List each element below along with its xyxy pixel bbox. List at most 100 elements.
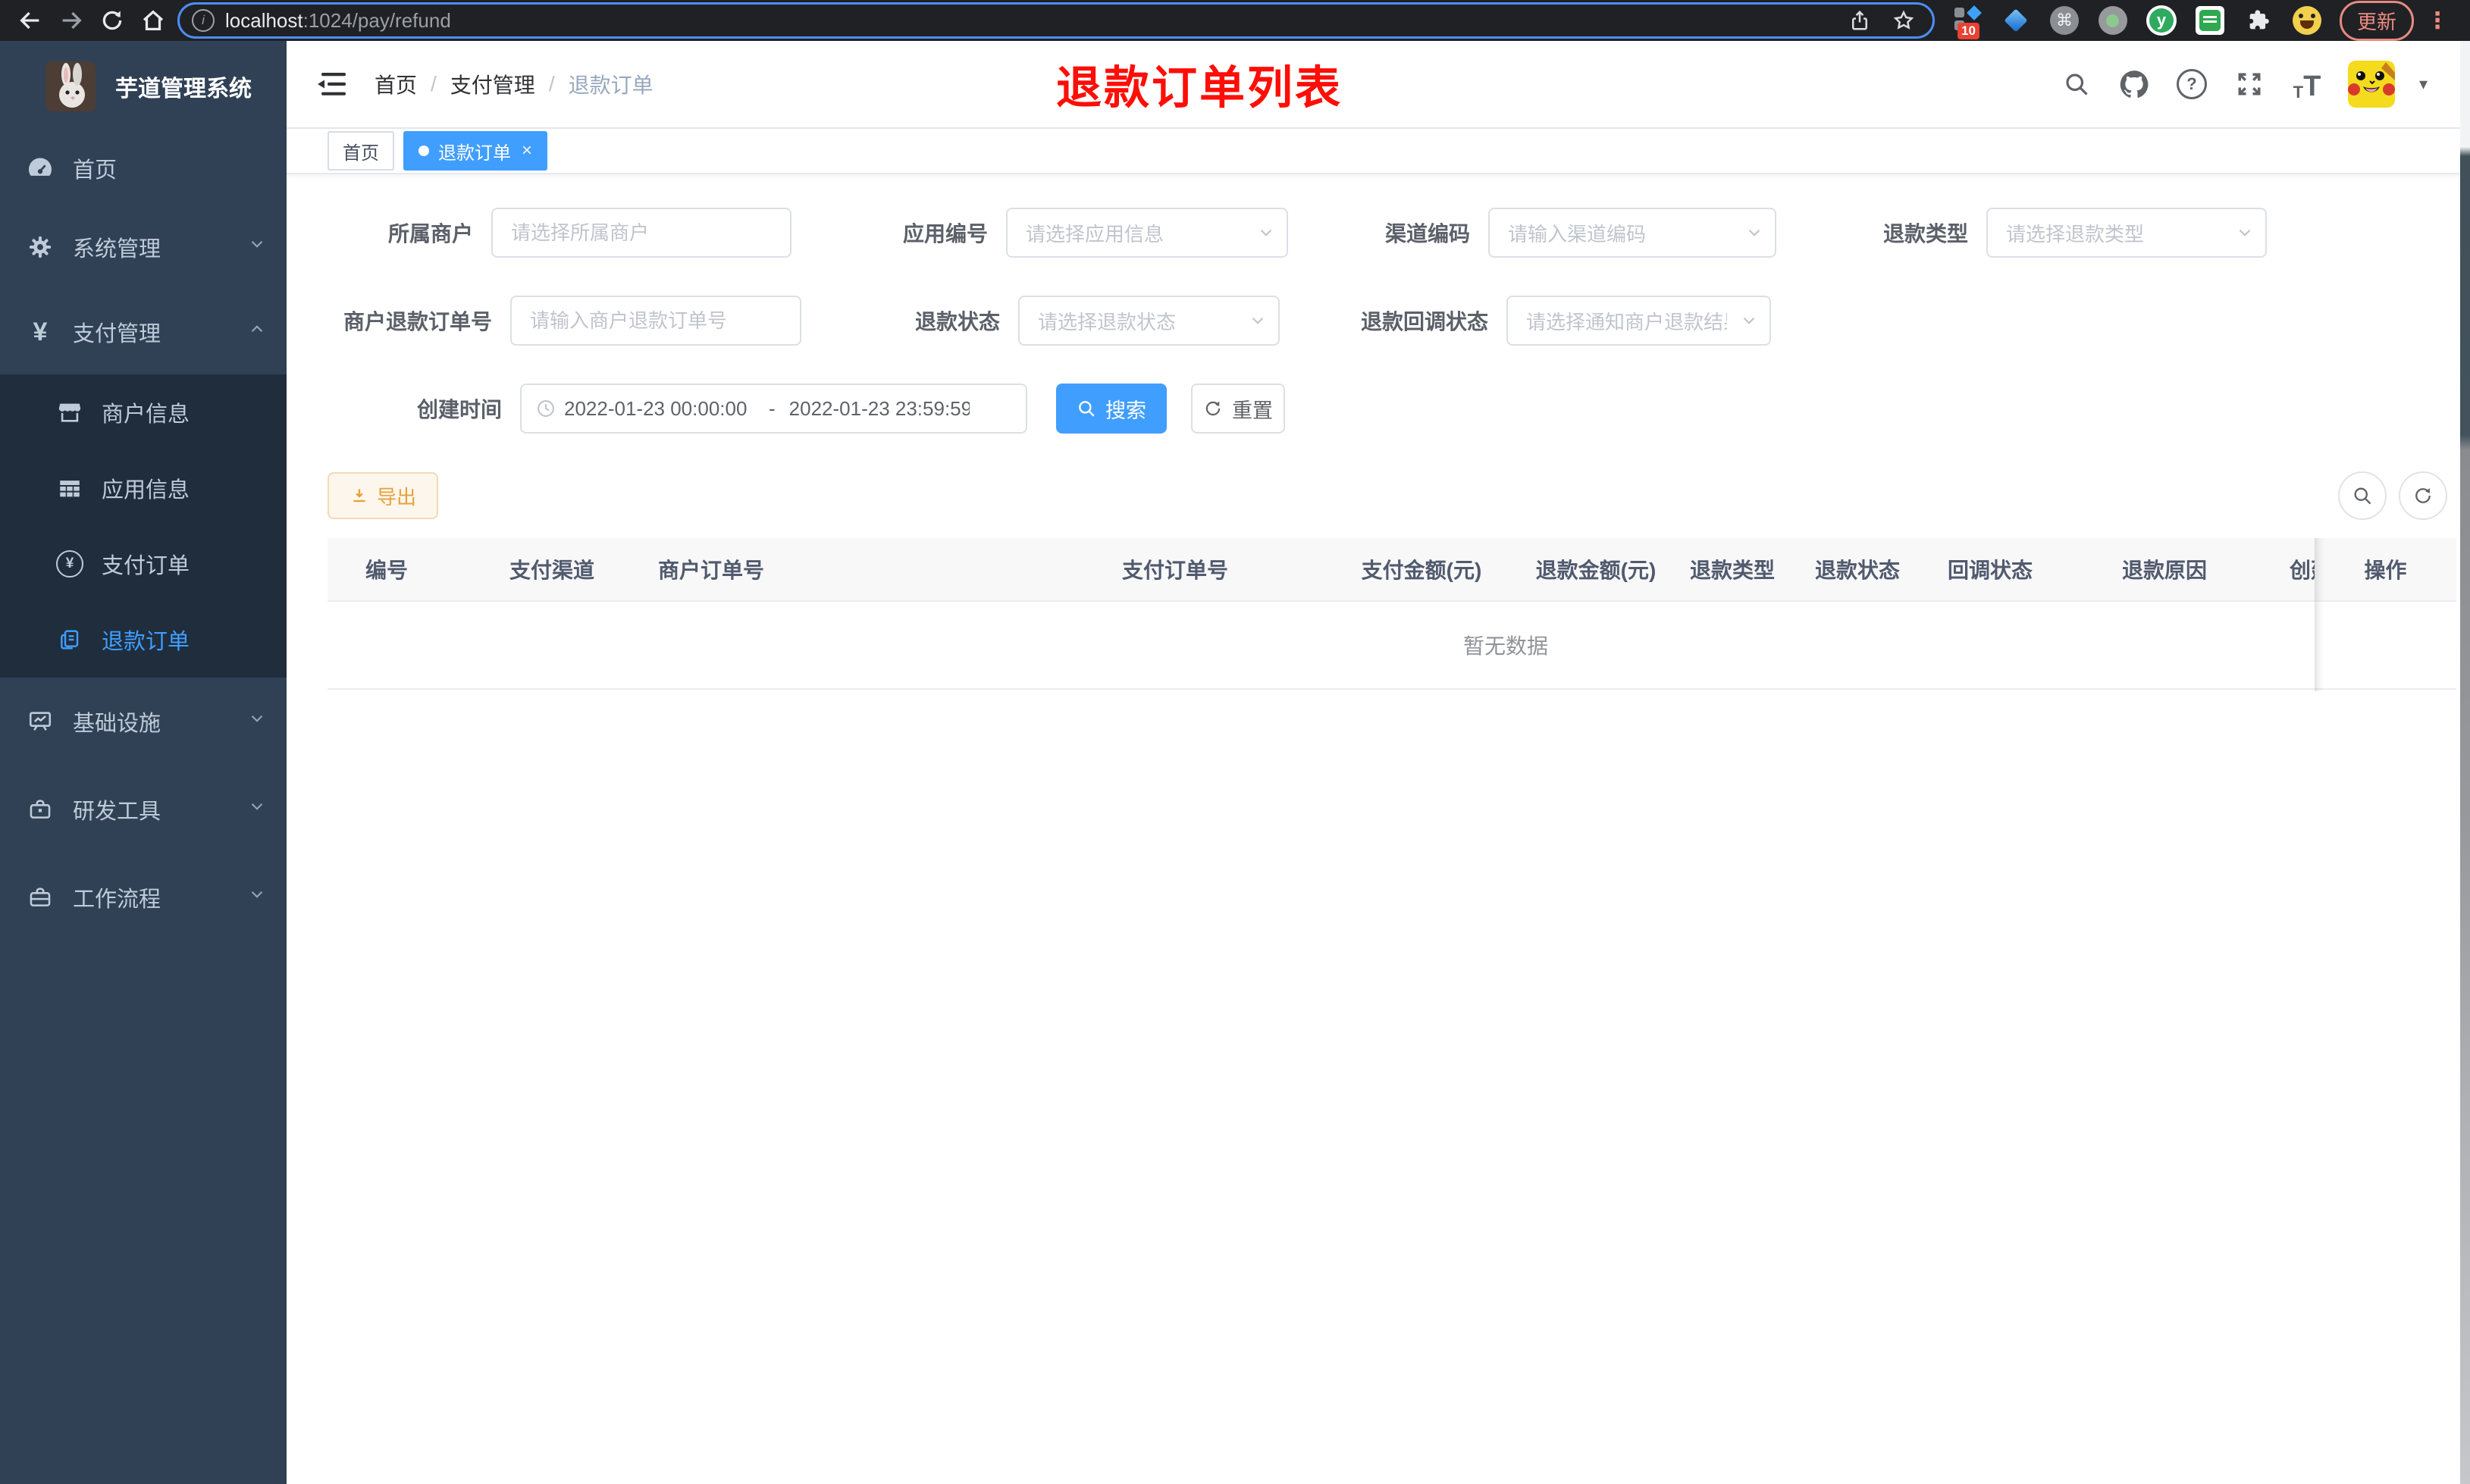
puzzle-extensions-icon[interactable] (2243, 5, 2274, 36)
sidebar: 芋道管理系统 首页 系统管理 ¥ 支付管理 商户信息 应用信息 ¥ 支付订单 退… (0, 41, 287, 1484)
refund-status-select[interactable]: 请选择退款状态 (1018, 296, 1280, 346)
channel-label: 渠道编码 (1384, 222, 1470, 246)
reset-button[interactable]: 重置 (1191, 384, 1285, 434)
refund-type-select[interactable]: 请选择退款类型 (1986, 208, 2267, 258)
back-icon[interactable] (14, 4, 47, 37)
sidebar-item-label: 支付订单 (102, 554, 190, 578)
refund-status-placeholder: 请选择退款状态 (1038, 310, 1177, 333)
help-icon[interactable]: ? (2175, 67, 2208, 101)
tag-label: 首页 (343, 142, 379, 164)
sidebar-item-system[interactable]: 系统管理 (0, 205, 287, 290)
app-select[interactable]: 请选择应用信息 (1006, 208, 1288, 258)
reload-icon[interactable] (96, 4, 129, 37)
sidebar-collapse-icon[interactable] (317, 70, 349, 98)
sidebar-item-pay-order[interactable]: ¥ 支付订单 (0, 526, 287, 602)
column-header-refund-type: 退款类型 (1689, 559, 1775, 582)
sidebar-item-refund-order[interactable]: 退款订单 (0, 602, 287, 678)
empty-text: 暂无数据 (1462, 634, 1548, 658)
fullscreen-icon[interactable] (2233, 67, 2266, 101)
refund-table: 编号 支付渠道 商户订单号 支付订单号 支付金额(元) 退款金额(元) 退款类型… (328, 538, 2456, 690)
tag-close-icon[interactable]: × (522, 142, 532, 160)
breadcrumb-payment[interactable]: 支付管理 (450, 69, 535, 99)
font-size-icon[interactable]: TT (2290, 67, 2324, 101)
column-header-callback-status: 回调状态 (1947, 559, 2033, 582)
search-button[interactable]: 搜索 (1056, 384, 1167, 434)
extension-grid-icon[interactable]: 10 (1951, 5, 1983, 39)
url-bar[interactable]: i localhost:1024/pay/refund (177, 2, 1935, 39)
user-avatar[interactable] (2347, 61, 2395, 108)
sidebar-item-payment[interactable]: ¥ 支付管理 (0, 290, 287, 374)
notify-status-select[interactable]: 请选择通知商户退款结果的 (1506, 296, 1771, 346)
tag-active-dot (418, 146, 429, 156)
refund-type-label: 退款类型 (1882, 222, 1968, 246)
chat-extension-icon[interactable] (2194, 5, 2226, 36)
breadcrumb-home[interactable]: 首页 (375, 69, 417, 99)
channel-select[interactable]: 请输入渠道编码 (1488, 208, 1776, 258)
site-info-icon[interactable]: i (192, 9, 215, 32)
merchant-label: 所属商户 (387, 222, 473, 246)
refresh-table-button[interactable] (2399, 471, 2447, 520)
forward-icon[interactable] (55, 4, 88, 37)
table-empty-row: 暂无数据 (328, 602, 2456, 690)
command-extension-icon[interactable]: ⌘ (2048, 5, 2080, 36)
export-button-label: 导出 (376, 485, 416, 509)
sidebar-item-merchant-info[interactable]: 商户信息 (0, 374, 287, 450)
y-extension-icon[interactable]: y (2146, 5, 2177, 36)
sidebar-item-label: 研发工具 (73, 800, 161, 824)
breadcrumb-current: 退款订单 (568, 74, 654, 97)
table-header-row: 编号 支付渠道 商户订单号 支付订单号 支付金额(元) 退款金额(元) 退款类型… (328, 538, 2456, 602)
dot-circle-extension-icon[interactable] (2097, 5, 2129, 36)
bookmark-star-icon[interactable] (1887, 4, 1920, 37)
column-header-refund-status: 退款状态 (1814, 559, 1900, 582)
merchant-refund-no-label: 商户退款订单号 (343, 310, 492, 333)
browser-chrome: i localhost:1024/pay/refund 10 ⌘ y 更新 ⋮ (0, 0, 2470, 41)
extension-badge: 10 (1957, 23, 1979, 39)
kite-extension-icon[interactable] (2000, 5, 2032, 36)
extension-tray: 10 ⌘ y (1942, 5, 2332, 39)
page-scrollbar[interactable] (2460, 41, 2470, 1484)
date-range-picker[interactable]: 2022-01-23 00:00:00 - 2022-01-23 23:59:5… (520, 384, 1027, 434)
emoji-extension-icon[interactable] (2291, 5, 2323, 36)
sidebar-item-infrastructure[interactable]: 基础设施 (0, 678, 287, 765)
notify-status-label: 退款回调状态 (1360, 310, 1488, 333)
sidebar-item-dev-tools[interactable]: 研发工具 (0, 765, 287, 853)
column-header-refund-amount: 退款金额(元) (1535, 559, 1657, 582)
tag-refund-order[interactable]: 退款订单 × (403, 131, 548, 171)
export-button[interactable]: 导出 (328, 472, 438, 519)
ext-diamond (1967, 5, 1982, 20)
caret-down-icon[interactable]: ▾ (2419, 74, 2428, 94)
chevron-down-icon (1248, 311, 1268, 330)
sidebar-logo[interactable]: 芋道管理系统 (0, 41, 287, 132)
clock-icon (535, 398, 556, 419)
chevron-down-icon (1256, 223, 1276, 243)
sidebar-item-app-info[interactable]: 应用信息 (0, 450, 287, 526)
sidebar-item-home[interactable]: 首页 (0, 132, 287, 205)
tag-home[interactable]: 首页 (328, 131, 394, 171)
reset-button-label: 重置 (1232, 399, 1273, 422)
github-icon[interactable] (2117, 67, 2151, 101)
notify-status-select-wrap: 请选择通知商户退款结果的 (1506, 296, 1771, 346)
hide-search-button[interactable] (2338, 471, 2387, 520)
browser-menu-icon[interactable]: ⋮ (2421, 8, 2456, 34)
home-icon[interactable] (136, 4, 170, 37)
yen-icon: ¥ (33, 318, 48, 346)
shop-icon (55, 399, 85, 425)
merchant-refund-no-input[interactable] (510, 296, 801, 346)
browser-update-button[interactable]: 更新 (2339, 0, 2414, 41)
share-icon[interactable] (1843, 4, 1876, 37)
payment-submenu: 商户信息 应用信息 ¥ 支付订单 退款订单 (0, 374, 287, 678)
top-navbar: 首页 / 支付管理 / 退款订单 退款订单列表 ? TT ▾ (287, 41, 2470, 129)
breadcrumb-separator: / (431, 72, 437, 95)
sidebar-item-label: 基础设施 (73, 712, 161, 736)
search-icon[interactable] (2060, 67, 2093, 101)
filter-row-1: 所属商户 应用编号 请选择应用信息 渠道编码 请输入渠道编码 (328, 208, 2470, 258)
sidebar-item-workflow[interactable]: 工作流程 (0, 853, 287, 941)
refund-status-select-wrap: 请选择退款状态 (1018, 296, 1280, 346)
search-button-icon (1077, 399, 1096, 418)
merchant-input-wrap (491, 208, 791, 258)
merchant-input[interactable] (491, 208, 791, 258)
sidebar-item-label: 支付管理 (73, 322, 161, 346)
briefcase-icon (23, 884, 58, 910)
refund-type-placeholder: 请选择退款类型 (2006, 222, 2145, 246)
page-title-annotation: 退款订单列表 (1056, 62, 1343, 114)
